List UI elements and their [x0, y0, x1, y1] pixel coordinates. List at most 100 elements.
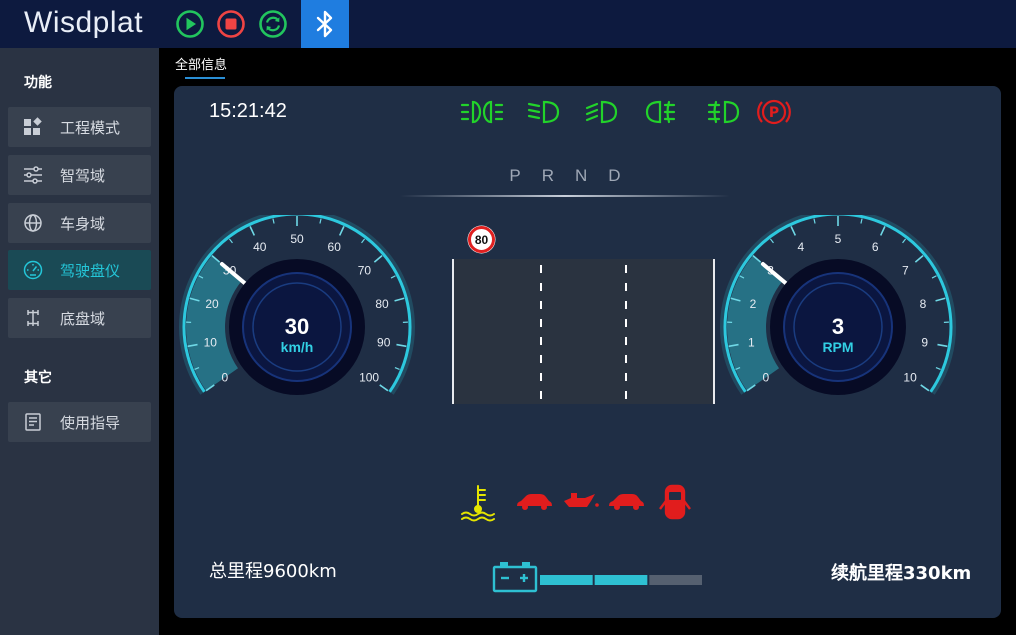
- stop-icon: [217, 10, 245, 38]
- tachometer-gauge: 012345678910 3 RPM: [720, 215, 956, 395]
- battery-segment: [649, 575, 702, 585]
- sidebar-item-label: 车身域: [60, 214, 106, 233]
- sidebar-item-smart-driving[interactable]: 智驾域: [8, 155, 151, 195]
- high-beam-icon: [585, 100, 618, 124]
- sidebar-item-dashboard[interactable]: 驾驶盘仪: [8, 250, 151, 290]
- play-button[interactable]: [175, 9, 205, 39]
- speedometer-major-tick: [373, 255, 383, 263]
- tachometer-tick-label: 8: [920, 297, 927, 311]
- position-lights-icon: [460, 100, 504, 124]
- speedometer-unit: km/h: [281, 339, 314, 355]
- lane-view: [452, 259, 715, 404]
- speedometer-tick-label: 10: [204, 335, 218, 349]
- tachometer-tick-label: 2: [750, 297, 757, 311]
- sidebar: 功能 工程模式 智驾域 车身域 驾驶盘仪 底盘域 其它 使用指导: [0, 48, 159, 635]
- speedometer-major-tick: [379, 384, 389, 392]
- clock-time: 15:21:42: [209, 100, 287, 122]
- battery-segment: [540, 575, 593, 585]
- app-title: Wisdplat: [24, 6, 144, 39]
- tab-all-info[interactable]: 全部信息: [175, 54, 227, 73]
- tachometer-minor-tick: [860, 218, 863, 224]
- chassis-icon: [23, 308, 43, 328]
- speedometer-tick-label: 90: [377, 335, 391, 349]
- parking-brake-icon: P: [757, 99, 791, 125]
- speedometer-major-tick: [249, 226, 256, 236]
- gear-divider: [400, 195, 730, 197]
- tachometer-tick-label: 4: [797, 240, 804, 254]
- section-title-function: 功能: [24, 75, 52, 91]
- speedometer-major-tick: [394, 297, 405, 302]
- door-open-icon: [659, 484, 691, 520]
- speedometer-minor-tick: [319, 218, 322, 224]
- top-bar: Wisdplat: [0, 0, 1016, 48]
- tab-active-indicator: [185, 77, 225, 79]
- speedometer-major-tick: [338, 226, 345, 236]
- sidebar-item-label: 工程模式: [60, 118, 121, 137]
- top-indicator-bar: P: [460, 99, 791, 125]
- tachometer-minor-tick: [931, 275, 937, 279]
- tachometer-major-tick: [790, 226, 797, 236]
- speedometer-minor-tick: [272, 218, 275, 224]
- svg-text:P: P: [769, 105, 779, 121]
- sidebar-item-body-domain[interactable]: 车身域: [8, 203, 151, 243]
- speedometer-tick-label: 0: [222, 371, 229, 385]
- tachometer-major-tick: [879, 226, 886, 236]
- bluetooth-icon: [316, 10, 333, 38]
- tachometer-major-tick: [920, 384, 930, 392]
- rear-fog-light-icon: [707, 100, 740, 124]
- speedometer-minor-tick: [394, 367, 400, 371]
- play-icon: [176, 10, 204, 38]
- sidebar-item-label: 驾驶盘仪: [60, 261, 121, 280]
- stop-button[interactable]: [216, 9, 246, 39]
- battery-icon: [492, 562, 538, 593]
- tachometer-minor-tick: [902, 238, 907, 244]
- odometer: 总里程9600km: [209, 561, 337, 582]
- tachometer-tick-label: 7: [902, 263, 909, 277]
- coolant-temperature-icon: [461, 485, 495, 522]
- tachometer-minor-tick: [813, 218, 816, 224]
- speedometer-gauge: 0102030405060708090100 30 km/h: [179, 215, 415, 395]
- section-title-other: 其它: [24, 370, 52, 386]
- bottom-indicator-bar: [461, 484, 691, 522]
- tachometer-tick-label: 5: [835, 232, 842, 246]
- speedometer-major-tick: [396, 343, 407, 348]
- sidebar-item-chassis-domain[interactable]: 底盘域: [8, 298, 151, 338]
- bluetooth-button[interactable]: [301, 0, 349, 48]
- grid-icon: [23, 117, 43, 137]
- car-warning-icon: [609, 494, 644, 510]
- tachometer-major-tick: [937, 343, 948, 348]
- low-beam-icon: [527, 100, 560, 124]
- battery-level-bar: [540, 575, 702, 585]
- tachometer-tick-label: 9: [921, 335, 928, 349]
- globe-icon: [23, 213, 43, 233]
- refresh-button[interactable]: [258, 9, 288, 39]
- tachometer-tick-label: 10: [903, 371, 917, 385]
- tachometer-major-tick: [935, 297, 946, 302]
- tachometer-minor-tick: [769, 238, 774, 244]
- tachometer-tick-label: 6: [872, 240, 879, 254]
- document-icon: [23, 412, 43, 432]
- speedometer-tick-label: 100: [359, 371, 379, 385]
- speed-limit-value: 80: [475, 233, 489, 247]
- sidebar-item-user-guide[interactable]: 使用指导: [8, 402, 151, 442]
- driving-range: 续航里程330km: [831, 563, 972, 584]
- battery-indicator: [492, 562, 702, 593]
- fog-light-icon: [645, 100, 676, 124]
- speedometer-minor-tick: [361, 238, 366, 244]
- sidebar-item-label: 智驾域: [60, 166, 106, 185]
- speedometer-minor-tick: [228, 238, 233, 244]
- battery-segment: [594, 575, 648, 585]
- tachometer-value: 3: [832, 314, 844, 339]
- speedometer-minor-tick: [390, 275, 396, 279]
- oil-pressure-icon: [564, 493, 599, 507]
- speedometer-value: 30: [285, 314, 309, 339]
- sidebar-item-label: 底盘域: [60, 309, 106, 328]
- gear-selector: PRND: [509, 166, 642, 185]
- gauge-icon: [23, 260, 43, 280]
- speedometer-tick-label: 40: [253, 240, 267, 254]
- refresh-icon: [259, 10, 287, 38]
- sidebar-item-engineering-mode[interactable]: 工程模式: [8, 107, 151, 147]
- tachometer-major-tick: [914, 255, 924, 263]
- tachometer-tick-label: 1: [748, 335, 755, 349]
- tachometer-unit: RPM: [822, 339, 853, 355]
